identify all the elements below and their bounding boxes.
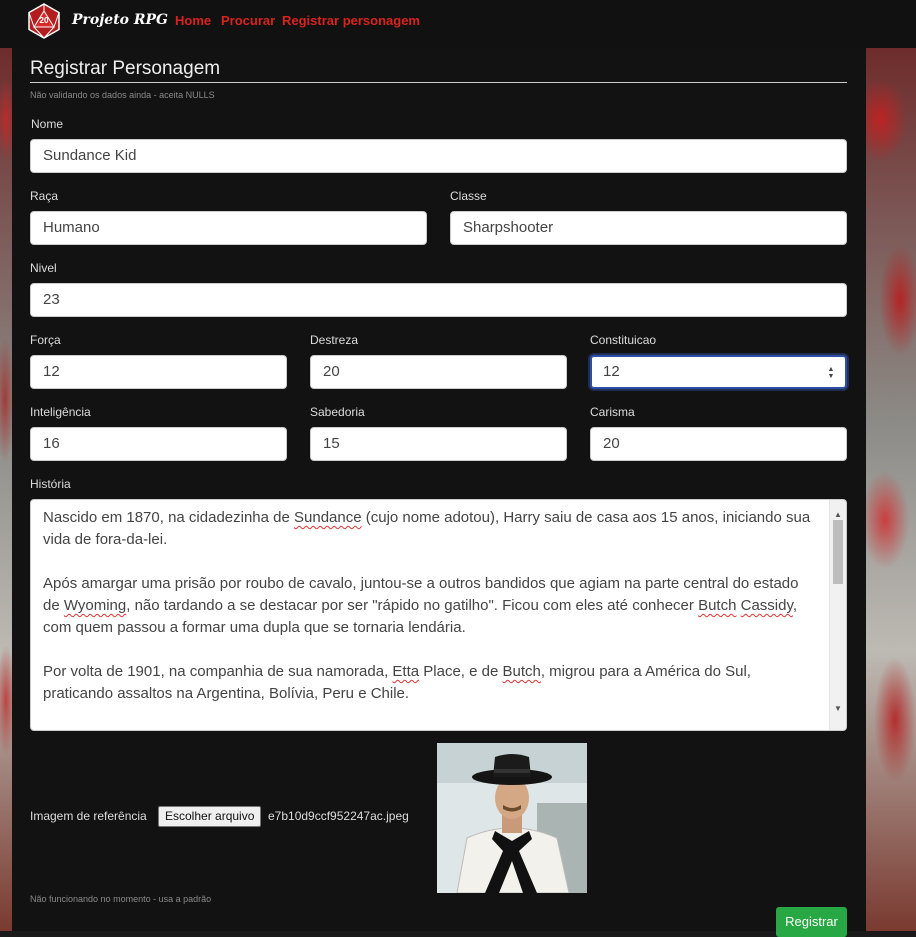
imagem-label: Imagem de referência (30, 809, 147, 823)
choose-file-button[interactable]: Escolher arquivo (158, 806, 262, 827)
raca-label: Raça (30, 189, 59, 203)
nivel-label: Nivel (30, 261, 57, 275)
logo-number: 20 (40, 16, 49, 25)
sabedoria-label: Sabedoria (310, 405, 365, 419)
classe-input[interactable]: Sharpshooter (450, 211, 847, 245)
nivel-input[interactable]: 23 (30, 283, 847, 317)
number-spinner-icon[interactable]: ▲ ▼ (827, 366, 835, 380)
file-name: e7b10d9ccf952247ac.jpeg (268, 809, 409, 823)
constituicao-value: 12 (603, 363, 620, 380)
reference-photo (437, 743, 587, 893)
carisma-label: Carisma (590, 405, 635, 419)
form-panel: Registrar Personagem Não validando os da… (12, 48, 866, 937)
nav-link-registrar-personagem[interactable]: Registrar personagem (282, 13, 420, 28)
textarea-scrollbar[interactable]: ▲ ▼ (829, 500, 846, 730)
constituicao-input[interactable]: 12 ▲ ▼ (590, 355, 847, 389)
scroll-thumb[interactable] (833, 520, 843, 584)
carisma-input[interactable]: 20 (590, 427, 847, 461)
inteligencia-label: Inteligência (30, 405, 91, 419)
destreza-label: Destreza (310, 333, 359, 347)
registrar-button[interactable]: Registrar (776, 907, 847, 937)
nome-label: Nome (31, 117, 64, 131)
navbar: 20 Projeto RPG Home Procurar Registrar p… (0, 0, 916, 48)
classe-label: Classe (450, 189, 487, 203)
forca-label: Força (30, 333, 61, 347)
historia-label: História (30, 477, 71, 491)
brand-title[interactable]: Projeto RPG (72, 12, 168, 28)
inteligencia-input[interactable]: 16 (30, 427, 287, 461)
nome-input[interactable]: Sundance Kid (30, 139, 847, 173)
validation-hint: Não validando os dados ainda - aceita NU… (30, 90, 215, 100)
destreza-input[interactable]: 20 (310, 355, 567, 389)
nav-link-procurar[interactable]: Procurar (221, 13, 275, 28)
sabedoria-input[interactable]: 15 (310, 427, 567, 461)
d20-logo-icon[interactable]: 20 (26, 3, 62, 39)
nav-link-home[interactable]: Home (175, 13, 211, 28)
raca-input[interactable]: Humano (30, 211, 427, 245)
forca-input[interactable]: 12 (30, 355, 287, 389)
constituicao-label: Constituicao (590, 333, 657, 347)
page-title: Registrar Personagem (30, 58, 847, 83)
historia-textarea[interactable]: Nascido em 1870, na cidadezinha de Sunda… (30, 499, 847, 731)
image-hint: Não funcionando no momento - usa a padrã… (30, 894, 212, 904)
scroll-down-icon[interactable]: ▼ (834, 698, 842, 720)
